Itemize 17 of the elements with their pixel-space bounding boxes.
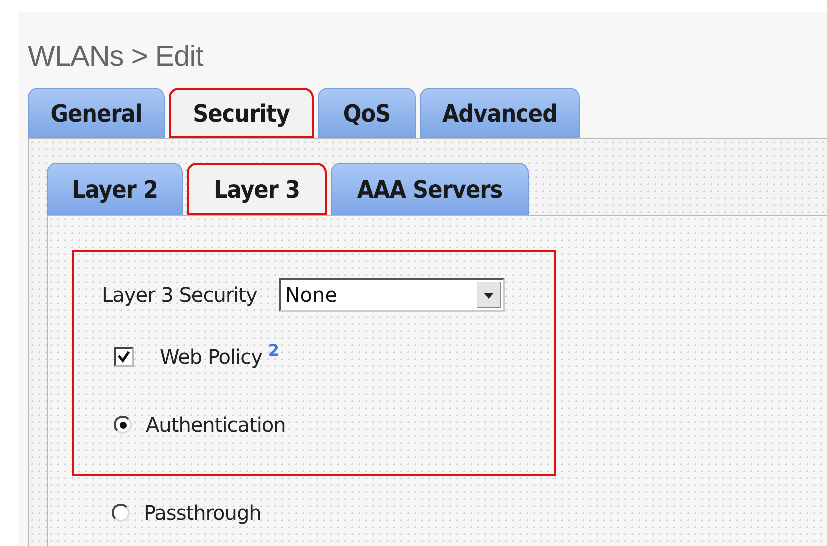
tab[interactable]: Security [169, 88, 314, 138]
tab[interactable]: Layer 3 [187, 163, 327, 215]
tab[interactable]: AAA Servers [331, 163, 529, 215]
tab[interactable]: General [28, 88, 165, 138]
tab[interactable]: Advanced [420, 88, 580, 138]
checkbox[interactable] [114, 347, 134, 367]
field-label: Layer 3 Security [102, 282, 258, 309]
tab[interactable]: Layer 2 [47, 163, 183, 215]
radio-button[interactable] [112, 504, 130, 522]
security-dropdown[interactable]: None [279, 278, 506, 312]
radio-label: Passthrough [144, 500, 262, 527]
checkbox-label: Web Policy $^{2}$ [160, 342, 279, 371]
radio-label: Authentication [146, 412, 286, 439]
dropdown-arrow-icon [477, 282, 502, 308]
tab[interactable]: QoS [318, 88, 416, 138]
page-title: WLANs > Edit [28, 40, 205, 75]
radio-button[interactable] [114, 416, 132, 434]
